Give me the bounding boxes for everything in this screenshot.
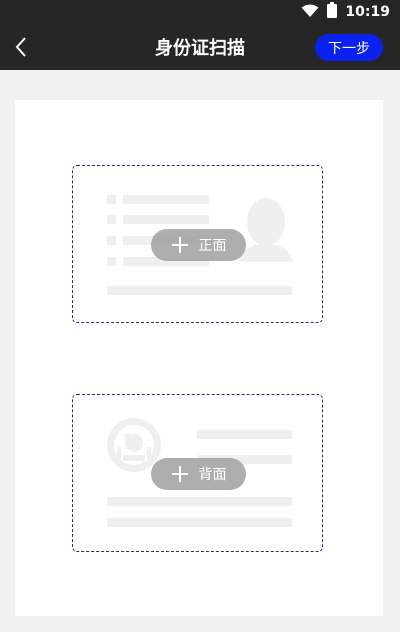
back-upload-pill[interactable]: 背面 xyxy=(151,458,246,490)
id-back-upload[interactable]: 背面 xyxy=(72,394,323,552)
id-front-upload[interactable]: 正面 xyxy=(72,165,323,323)
status-bar: 10:19 xyxy=(0,0,400,24)
back-label: 背面 xyxy=(198,467,227,483)
plus-icon xyxy=(171,466,188,482)
status-time: 10:19 xyxy=(345,4,390,20)
status-icons: 10:19 xyxy=(301,0,390,24)
front-label: 正面 xyxy=(198,238,227,254)
app-bar: 身份证扫描 下一步 xyxy=(0,24,400,70)
back-button[interactable] xyxy=(6,32,36,62)
front-upload-pill[interactable]: 正面 xyxy=(151,229,246,261)
wifi-icon xyxy=(301,3,319,22)
id-card-panel: 正面 背面 xyxy=(15,100,383,616)
next-button[interactable]: 下一步 xyxy=(315,34,383,61)
plus-icon xyxy=(171,237,188,253)
chevron-left-icon xyxy=(15,37,26,57)
battery-icon xyxy=(327,2,338,22)
